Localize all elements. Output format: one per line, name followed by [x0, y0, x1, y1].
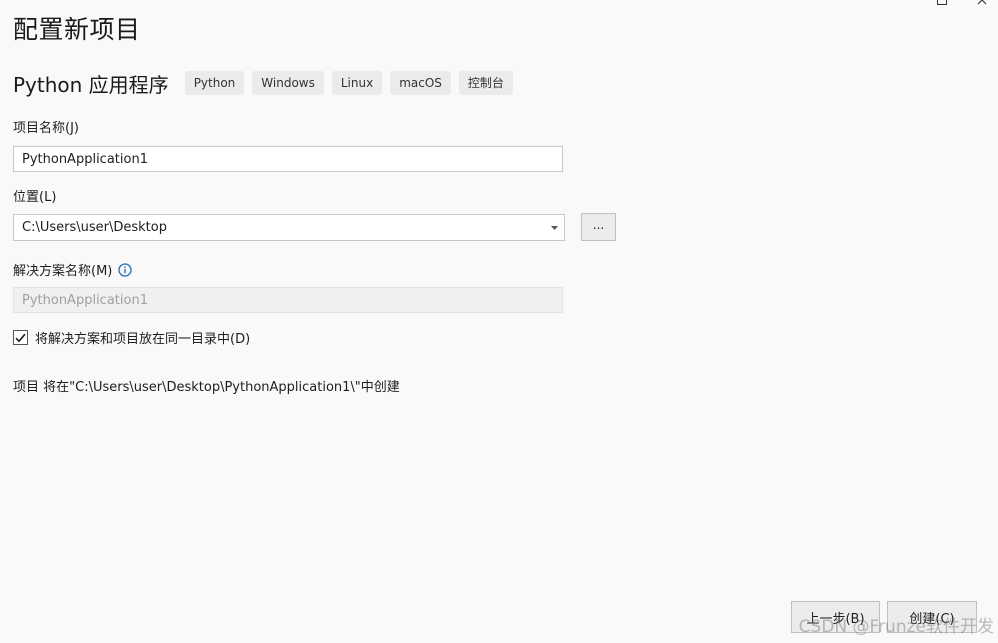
- tag-windows: Windows: [252, 71, 324, 95]
- project-name-label: 项目名称(J): [13, 121, 79, 136]
- close-window-button[interactable]: [976, 0, 988, 6]
- checkmark-icon: [15, 333, 26, 342]
- tag-macos: macOS: [390, 71, 451, 95]
- create-path-message: 项目 将在"C:\Users\user\Desktop\PythonApplic…: [13, 380, 400, 395]
- location-dropdown-button[interactable]: [544, 215, 564, 240]
- tag-console: 控制台: [458, 71, 513, 95]
- template-header: Python 应用程序 Python Windows Linux macOS 控…: [13, 68, 521, 98]
- info-icon[interactable]: [118, 262, 133, 277]
- location-label: 位置(L): [13, 190, 57, 205]
- same-directory-option[interactable]: 将解决方案和项目放在同一目录中(D): [13, 328, 250, 347]
- tag-python: Python: [184, 71, 245, 95]
- create-button[interactable]: 创建(C): [887, 601, 977, 633]
- solution-name-label: 解决方案名称(M): [13, 264, 113, 279]
- same-directory-checkbox[interactable]: [13, 330, 28, 345]
- solution-name-input: [13, 287, 563, 313]
- close-icon: [977, 0, 987, 5]
- solution-name-label-row: 解决方案名称(M): [13, 260, 133, 279]
- project-name-input[interactable]: [13, 146, 563, 172]
- same-directory-label: 将解决方案和项目放在同一目录中(D): [35, 332, 251, 347]
- maximize-icon: [937, 0, 947, 5]
- chevron-down-icon: [550, 225, 558, 230]
- location-combobox[interactable]: C:\Users\user\Desktop: [13, 214, 565, 241]
- location-value: C:\Users\user\Desktop: [22, 220, 167, 235]
- template-name: Python 应用程序: [13, 72, 169, 97]
- tag-linux: Linux: [331, 71, 383, 95]
- maximize-button[interactable]: [936, 0, 948, 6]
- page-title: 配置新项目: [13, 15, 141, 44]
- browse-button[interactable]: ...: [581, 213, 616, 241]
- back-button[interactable]: 上一步(B): [791, 601, 880, 633]
